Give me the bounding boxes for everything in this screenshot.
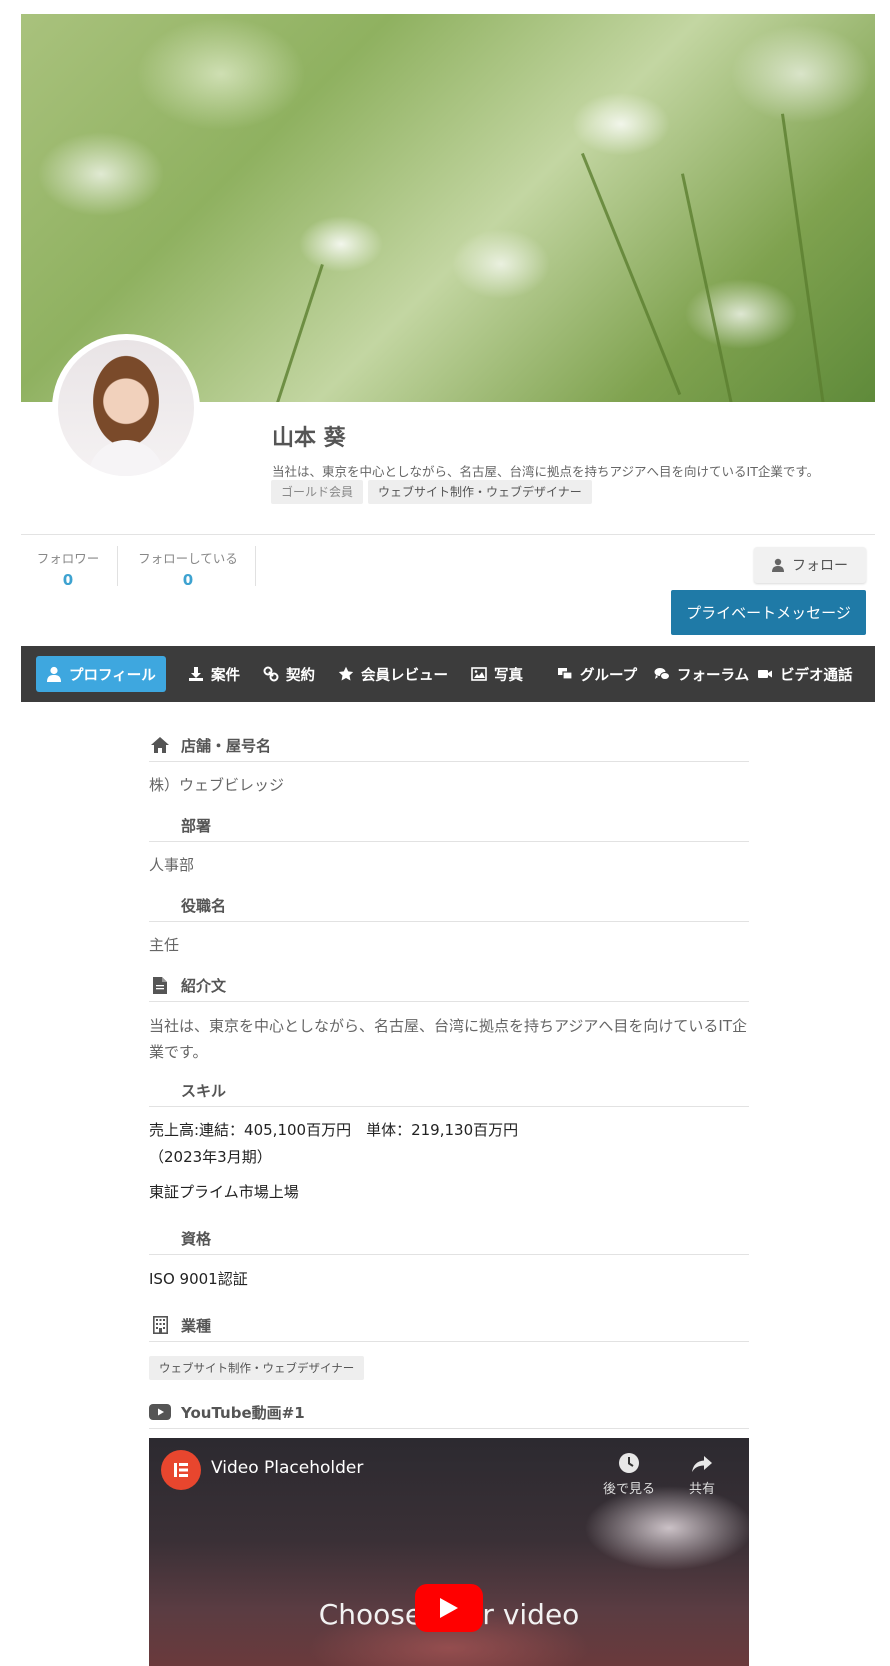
section-youtube: YouTube動画#1 bbox=[149, 1397, 749, 1427]
section-label: 資格 bbox=[181, 1229, 212, 1248]
nav-label: ビデオ通話 bbox=[780, 667, 853, 684]
shop-name-value: 株）ウェブビレッジ bbox=[149, 776, 285, 794]
document-icon bbox=[153, 976, 167, 994]
nav-item-projects[interactable]: 案件 bbox=[178, 656, 250, 692]
video-title[interactable]: Video Placeholder bbox=[211, 1458, 363, 1478]
section-intro: 紹介文 bbox=[149, 970, 749, 1000]
divider bbox=[21, 534, 875, 535]
user-icon bbox=[47, 666, 61, 682]
divider bbox=[149, 1254, 749, 1255]
following-count: 0 bbox=[182, 571, 194, 589]
divider bbox=[255, 546, 256, 586]
nav-item-forum[interactable]: フォーラム bbox=[644, 656, 759, 692]
followers-count: 0 bbox=[62, 571, 74, 589]
clock-icon bbox=[619, 1453, 639, 1473]
skill-line: （2023年3月期） bbox=[149, 1148, 272, 1166]
download-icon bbox=[189, 667, 203, 681]
skill-line: 売上高:連結：405,100百万円 単体：219,130百万円 bbox=[149, 1121, 519, 1139]
section-qualifications: 資格 bbox=[149, 1223, 749, 1253]
share-icon bbox=[692, 1456, 712, 1472]
divider bbox=[149, 1341, 749, 1342]
group-icon bbox=[558, 668, 573, 680]
video-camera-icon bbox=[758, 670, 772, 678]
followers-label: フォロワー bbox=[36, 551, 100, 566]
section-label: YouTube動画#1 bbox=[181, 1403, 305, 1422]
home-icon bbox=[151, 737, 169, 753]
membership-badge: ゴールド会員 bbox=[271, 480, 364, 504]
nav-label: 写真 bbox=[494, 667, 523, 684]
industry-tag[interactable]: ウェブサイト制作・ウェブデザイナー bbox=[149, 1356, 365, 1380]
nav-item-contracts[interactable]: 契約 bbox=[253, 656, 325, 692]
section-department: 部署 bbox=[149, 810, 749, 840]
nav-item-profile[interactable]: プロフィール bbox=[36, 656, 166, 692]
nav-label: 契約 bbox=[286, 667, 315, 684]
building-icon bbox=[152, 1316, 168, 1334]
channel-logo[interactable] bbox=[161, 1450, 201, 1490]
private-message-button[interactable]: プライベートメッセージ bbox=[671, 590, 866, 635]
video-player[interactable]: Video Placeholder 後で見る 共有 Choose your vi… bbox=[149, 1438, 749, 1666]
nav-label: 案件 bbox=[211, 667, 240, 684]
nav-item-video-call[interactable]: ビデオ通話 bbox=[747, 656, 863, 692]
section-industry: 業種 bbox=[149, 1310, 749, 1340]
section-position: 役職名 bbox=[149, 890, 749, 920]
divider bbox=[149, 761, 749, 762]
divider bbox=[149, 841, 749, 842]
divider bbox=[149, 1428, 749, 1429]
star-icon bbox=[338, 666, 354, 681]
nav-label: グループ bbox=[580, 667, 638, 684]
avatar[interactable] bbox=[52, 334, 200, 482]
profile-bio: 当社は、東京を中心としながら、名古屋、台湾に拠点を持ちアジアへ目を向けているIT… bbox=[272, 464, 820, 479]
section-skills: スキル bbox=[149, 1075, 749, 1105]
section-label: 紹介文 bbox=[181, 976, 227, 995]
link-icon bbox=[263, 666, 279, 682]
section-label: 部署 bbox=[181, 816, 212, 835]
nav-item-groups[interactable]: グループ bbox=[547, 656, 647, 692]
play-button[interactable] bbox=[415, 1584, 483, 1632]
image-icon bbox=[471, 667, 487, 681]
watch-later-label: 後で見る bbox=[602, 1482, 655, 1497]
following-stat[interactable]: フォローしている 0 bbox=[134, 548, 242, 589]
comments-icon bbox=[654, 668, 670, 680]
position-value: 主任 bbox=[149, 936, 180, 954]
nav-item-photos[interactable]: 写真 bbox=[461, 656, 533, 692]
share-label: 共有 bbox=[688, 1482, 715, 1497]
section-label: スキル bbox=[181, 1081, 227, 1100]
profile-name: 山本 葵 bbox=[272, 426, 346, 451]
divider bbox=[149, 1106, 749, 1107]
divider bbox=[117, 546, 118, 586]
nav-item-reviews[interactable]: 会員レビュー bbox=[328, 656, 458, 692]
intro-value: 当社は、東京を中心としながら、名古屋、台湾に拠点を持ちアジアへ目を向けているIT… bbox=[149, 1017, 747, 1061]
youtube-icon bbox=[149, 1404, 171, 1420]
following-label: フォローしている bbox=[138, 551, 238, 566]
follow-label: フォロー bbox=[792, 558, 848, 574]
section-label: 業種 bbox=[181, 1316, 212, 1335]
play-icon bbox=[440, 1598, 458, 1618]
section-label: 役職名 bbox=[181, 896, 227, 915]
department-value: 人事部 bbox=[149, 856, 195, 874]
nav-label: プロフィール bbox=[69, 667, 156, 684]
watch-later-button[interactable]: 後で見る bbox=[594, 1452, 664, 1497]
followers-stat[interactable]: フォロワー 0 bbox=[36, 548, 100, 589]
skill-line: 東証プライム市場上場 bbox=[149, 1183, 299, 1201]
nav-label: フォーラム bbox=[677, 667, 750, 684]
divider bbox=[149, 921, 749, 922]
category-badge[interactable]: ウェブサイト制作・ウェブデザイナー bbox=[368, 480, 592, 504]
user-icon bbox=[772, 558, 784, 572]
follow-button[interactable]: フォロー bbox=[754, 547, 866, 583]
profile-nav: プロフィール 案件 契約 会員レビュー 写真 グループ フォーラム ビデオ通話 bbox=[21, 646, 875, 702]
nav-label: 会員レビュー bbox=[361, 667, 448, 684]
section-shop-name: 店舗・屋号名 bbox=[149, 730, 749, 760]
divider bbox=[149, 1001, 749, 1002]
share-button[interactable]: 共有 bbox=[667, 1452, 737, 1497]
section-label: 店舗・屋号名 bbox=[181, 736, 272, 755]
elementor-icon bbox=[174, 1463, 188, 1477]
qualification-value: ISO 9001認証 bbox=[149, 1270, 248, 1288]
